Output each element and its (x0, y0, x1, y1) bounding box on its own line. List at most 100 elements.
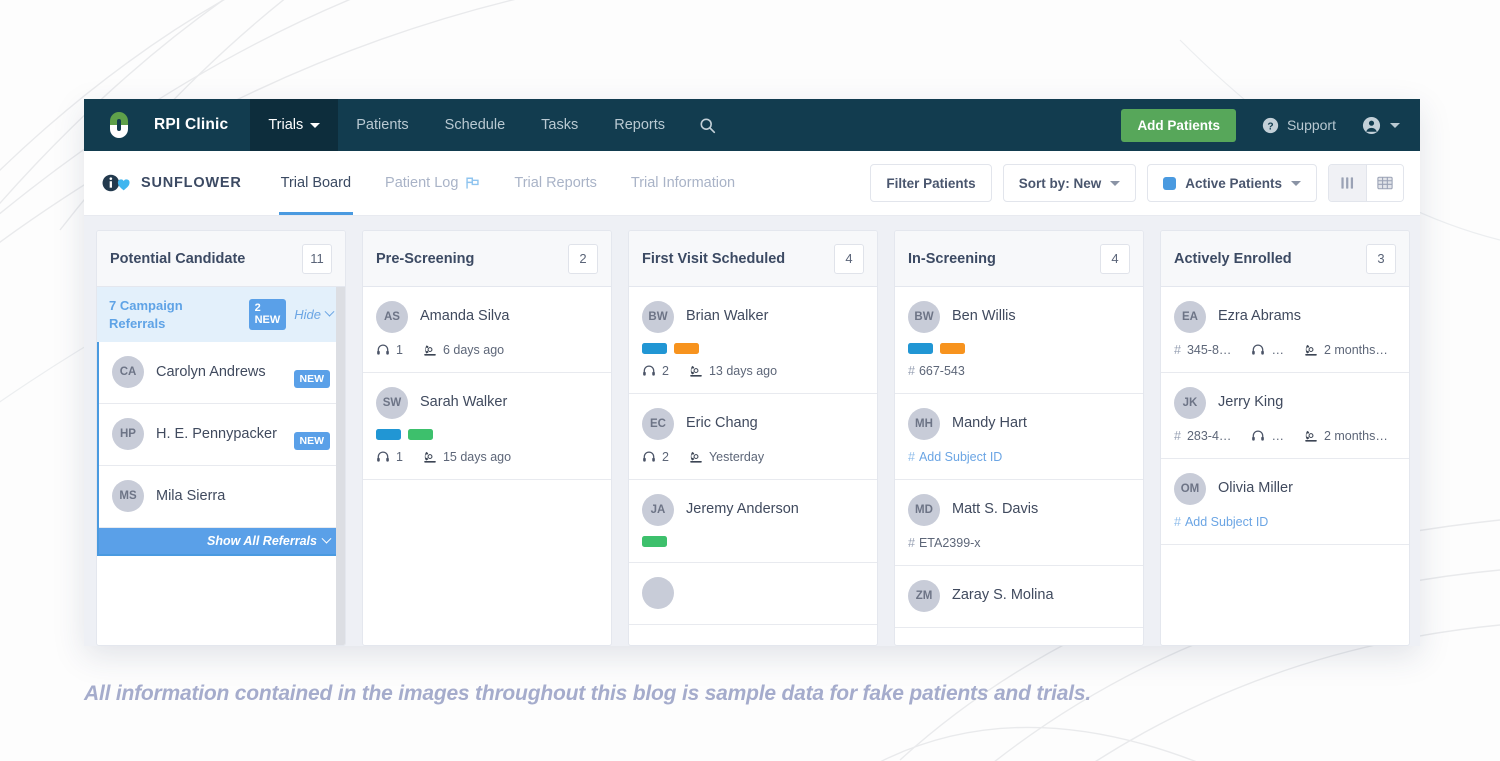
hash-icon: # (1174, 343, 1181, 357)
column-body[interactable]: BW Brian Walker 2 13 days ago EC Eric Ch… (629, 287, 877, 645)
column-title: Actively Enrolled (1174, 250, 1292, 267)
patient-card[interactable]: BW Brian Walker 2 13 days ago (629, 287, 877, 394)
nav-item-label: Patients (356, 117, 409, 133)
sort-by-dropdown[interactable]: Sort by: New (1002, 164, 1137, 202)
avatar: HP (112, 418, 144, 451)
column-scrollbar[interactable] (336, 287, 345, 645)
headset-icon (643, 365, 655, 376)
card-top: EA Ezra Abrams (1174, 301, 1396, 333)
nav-item-patients[interactable]: Patients (338, 99, 426, 151)
patient-card[interactable]: EA Ezra Abrams # 345-8… … 2 months… (1161, 287, 1409, 373)
column-header: Actively Enrolled 3 (1161, 231, 1409, 287)
patient-card[interactable]: MS Mila Sierra (99, 466, 343, 529)
column-body[interactable]: 7 Campaign Referrals 2 NEW Hide CA Carol… (97, 287, 345, 645)
tab-trial-board[interactable]: Trial Board (264, 151, 368, 215)
hash-icon: # (1174, 515, 1181, 529)
patient-card[interactable]: SW Sarah Walker 1 15 days ago (363, 373, 611, 480)
avatar: ZM (908, 580, 940, 612)
patient-card[interactable]: EC Eric Chang 2 Yesterday (629, 394, 877, 480)
patient-card[interactable]: OM Olivia Miller # Add Subject ID (1161, 459, 1409, 545)
add-subject-id-link[interactable]: # Add Subject ID (1174, 515, 1396, 529)
avatar: EA (1174, 301, 1206, 333)
headset-icon (377, 451, 389, 462)
help-circle-icon: ? (1262, 117, 1279, 133)
nav-item-schedule[interactable]: Schedule (427, 99, 523, 151)
chevron-down-icon (1291, 180, 1301, 186)
chevron-down-icon (1110, 180, 1121, 186)
svg-text:?: ? (1267, 121, 1273, 132)
headset-icon (1252, 344, 1265, 355)
tab-trial-reports[interactable]: Trial Reports (497, 151, 613, 215)
kanban-column-pre-screening: Pre-Screening 2 AS Amanda Silva 1 6 days… (362, 230, 612, 646)
card-tags (642, 343, 864, 354)
trial-subheader: SUNFLOWER Trial Board Patient Log Trial … (84, 151, 1420, 216)
top-navigation-bar: RPI Clinic Trials Patients Schedule Task… (84, 99, 1420, 151)
trial-name: SUNFLOWER (141, 175, 242, 191)
avatar: MS (112, 480, 144, 513)
add-subject-id-label: Add Subject ID (1184, 515, 1269, 529)
patient-card[interactable]: HP H. E. Pennypacker NEW (99, 404, 343, 467)
kanban-column-in-screening: In-Screening 4 BW Ben Willis # 667-543 M… (894, 230, 1144, 646)
info-heart-icon (102, 174, 130, 192)
column-header: Potential Candidate 11 (97, 231, 345, 287)
active-patients-dropdown[interactable]: Active Patients (1147, 164, 1317, 202)
patient-name: Mila Sierra (156, 487, 226, 504)
card-top: JA Jeremy Anderson (642, 494, 864, 526)
add-subject-id-link[interactable]: # Add Subject ID (908, 450, 1130, 464)
card-tags (376, 429, 598, 440)
support-link[interactable]: ? Support (1248, 99, 1350, 151)
brand-name[interactable]: RPI Clinic (154, 99, 250, 151)
patient-card[interactable]: JK Jerry King # 283-4… … 2 months… (1161, 373, 1409, 459)
phone-icon (1305, 430, 1317, 442)
patient-name: H. E. Pennypacker (156, 425, 277, 442)
card-meta: 2 Yesterday (642, 450, 864, 464)
patient-card[interactable]: AS Amanda Silva 1 6 days ago (363, 287, 611, 373)
avatar: BW (908, 301, 940, 333)
card-meta: 1 6 days ago (376, 343, 598, 357)
search-icon[interactable] (683, 99, 732, 151)
account-menu[interactable] (1350, 99, 1420, 151)
avatar: SW (376, 387, 408, 419)
card-top: AS Amanda Silva (376, 301, 598, 333)
patient-card[interactable]: BW Ben Willis #667-543 (895, 287, 1143, 394)
headset-icon (1252, 430, 1265, 441)
patient-name: Sarah Walker (420, 394, 508, 411)
patient-name: Olivia Miller (1218, 480, 1293, 497)
patient-card[interactable]: CA Carolyn Andrews NEW (99, 342, 343, 405)
card-top: HP H. E. Pennypacker NEW (112, 418, 330, 451)
patient-card[interactable]: MD Matt S. Davis # ETA2399-x (895, 480, 1143, 566)
tab-patient-log[interactable]: Patient Log (368, 151, 497, 215)
avatar: JK (1174, 387, 1206, 419)
tab-trial-information[interactable]: Trial Information (614, 151, 752, 215)
filter-patients-button[interactable]: Filter Patients (870, 164, 992, 202)
patient-card[interactable]: JA Jeremy Anderson (629, 480, 877, 563)
kanban-view-icon[interactable] (1329, 165, 1366, 201)
column-title: Pre-Screening (376, 250, 475, 267)
card-meta: 1 15 days ago (376, 450, 598, 464)
add-patients-button[interactable]: Add Patients (1121, 108, 1236, 142)
grid-view-icon[interactable] (1366, 165, 1403, 201)
card-top: MD Matt S. Davis (908, 494, 1130, 526)
column-body[interactable]: AS Amanda Silva 1 6 days ago SW Sarah Wa… (363, 287, 611, 645)
chevron-down-icon (1390, 122, 1400, 128)
card-top: BW Ben Willis (908, 301, 1130, 333)
column-title: Potential Candidate (110, 250, 246, 267)
show-all-referrals-button[interactable]: Show All Referrals (99, 528, 343, 555)
call-count: 2 (662, 364, 669, 378)
patient-card[interactable]: ZM Zaray S. Molina (895, 566, 1143, 628)
hide-referrals-link[interactable]: Hide (294, 306, 335, 322)
campaign-referrals-banner[interactable]: 7 Campaign Referrals 2 NEW Hide (97, 287, 345, 343)
card-top (642, 577, 864, 609)
kanban-board[interactable]: Potential Candidate 11 7 Campaign Referr… (84, 216, 1420, 646)
patient-card-partial[interactable] (629, 563, 877, 625)
last-contact: Yesterday (708, 450, 765, 464)
nav-item-trials[interactable]: Trials (250, 99, 339, 151)
subject-id-value: 667-543 (918, 364, 965, 378)
nav-item-tasks[interactable]: Tasks (523, 99, 596, 151)
patient-card[interactable]: MH Mandy Hart # Add Subject ID (895, 394, 1143, 480)
nav-item-reports[interactable]: Reports (596, 99, 683, 151)
column-body[interactable]: EA Ezra Abrams # 345-8… … 2 months… JK J… (1161, 287, 1409, 645)
column-body[interactable]: BW Ben Willis #667-543 MH Mandy Hart # A… (895, 287, 1143, 645)
status-color-swatch (1163, 176, 1177, 190)
rpi-logo-icon[interactable] (84, 99, 154, 151)
